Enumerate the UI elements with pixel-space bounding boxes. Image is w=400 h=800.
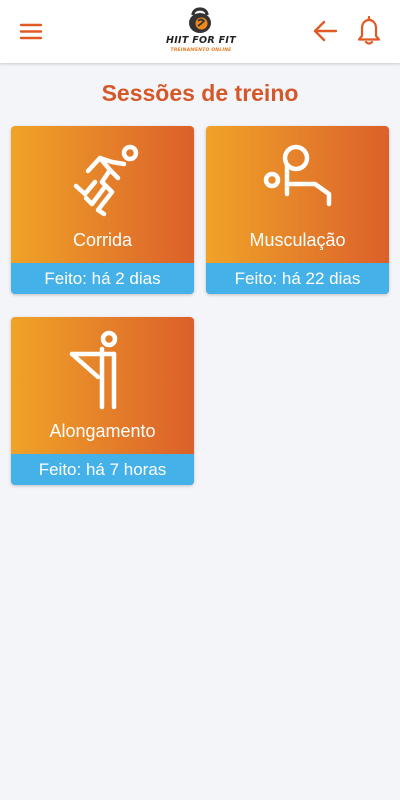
session-card-alongamento[interactable]: Alongamento Feito: há 7 horas bbox=[11, 317, 194, 485]
session-label: Musculação bbox=[249, 230, 346, 250]
session-label: Alongamento bbox=[49, 421, 156, 441]
app-logo: HIIT FOR FIT TREINAMENTO ONLINE bbox=[160, 4, 242, 58]
session-card-musculacao[interactable]: Musculação Feito: há 22 dias bbox=[206, 126, 389, 294]
session-status: Feito: há 2 dias bbox=[11, 263, 194, 294]
page-title: Sessões de treino bbox=[101, 80, 299, 106]
hamburger-menu-icon bbox=[19, 23, 43, 40]
bell-icon bbox=[357, 15, 381, 45]
weight-bench-icon bbox=[263, 144, 332, 207]
session-status: Feito: há 7 horas bbox=[11, 454, 194, 485]
arrow-left-icon bbox=[313, 20, 338, 42]
menu-button[interactable] bbox=[18, 18, 46, 46]
running-icon bbox=[73, 144, 139, 217]
back-button[interactable] bbox=[310, 16, 340, 46]
stretching-icon bbox=[69, 330, 118, 410]
session-label: Corrida bbox=[72, 230, 133, 250]
notifications-button[interactable] bbox=[354, 14, 384, 46]
logo-subtitle: TREINAMENTO ONLINE bbox=[170, 48, 232, 53]
top-app-bar: HIIT FOR FIT TREINAMENTO ONLINE bbox=[0, 0, 400, 63]
session-status: Feito: há 22 dias bbox=[206, 263, 389, 294]
kettlebell-logo-icon bbox=[189, 7, 211, 33]
logo-title: HIIT FOR FIT bbox=[165, 35, 237, 46]
session-card-corrida[interactable]: Corrida Feito: há 2 dias bbox=[11, 126, 194, 294]
